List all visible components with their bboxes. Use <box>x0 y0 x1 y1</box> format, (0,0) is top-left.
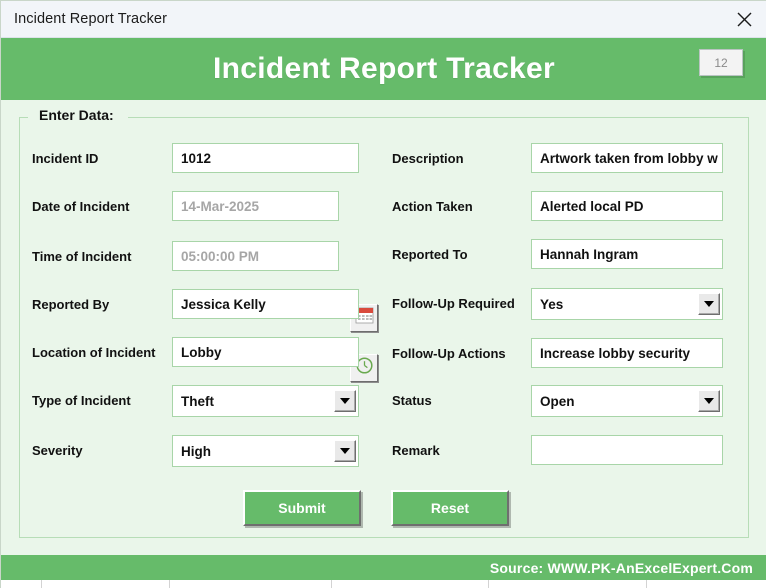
combobox-follow-up-required[interactable]: Yes <box>531 288 723 320</box>
combobox-type-of-incident[interactable]: Theft <box>172 385 359 417</box>
close-icon <box>736 11 753 28</box>
combobox-status-value: Open <box>540 393 575 409</box>
combobox-follow-up-required-value: Yes <box>540 296 564 312</box>
chevron-down-icon[interactable] <box>698 293 720 315</box>
label-time-of-incident: Time of Incident <box>32 248 132 264</box>
chevron-down-icon[interactable] <box>334 440 356 462</box>
combobox-status[interactable]: Open <box>531 385 723 417</box>
label-follow-up-actions: Follow-Up Actions <box>392 345 506 361</box>
label-location-of-incident: Location of Incident <box>32 344 156 360</box>
field-row: Reported To <box>392 239 468 269</box>
input-reported-to[interactable]: Hannah Ingram <box>531 239 723 269</box>
input-reported-by[interactable]: Jessica Kelly <box>172 289 359 319</box>
chevron-down-icon[interactable] <box>334 390 356 412</box>
label-follow-up-required: Follow-Up Required <box>392 295 515 311</box>
enter-data-groupbox: Enter Data: Incident ID 1012 Date of Inc… <box>19 107 749 538</box>
field-row: Reported By <box>32 289 109 319</box>
combobox-severity[interactable]: High <box>172 435 359 467</box>
field-row: Time of Incident <box>32 241 131 271</box>
label-reported-by: Reported By <box>32 296 110 312</box>
field-row: Follow-Up Actions <box>392 338 506 368</box>
label-remark: Remark <box>392 442 440 458</box>
input-description[interactable]: Artwork taken from lobby w <box>531 143 723 173</box>
grid-line <box>488 580 489 588</box>
field-row: Status <box>392 385 432 415</box>
label-reported-to: Reported To <box>392 246 468 262</box>
record-counter-input[interactable]: 12 <box>699 49 743 76</box>
field-row: Description <box>392 143 464 173</box>
incident-report-tracker-window: Incident Report Tracker Incident Report … <box>0 0 766 588</box>
input-incident-id[interactable]: 1012 <box>172 143 359 173</box>
window-title: Incident Report Tracker <box>14 11 168 27</box>
label-type-of-incident: Type of Incident <box>32 392 131 408</box>
footer-bar: Source: WWW.PK-AnExcelExpert.Com <box>1 555 766 580</box>
field-row: Date of Incident <box>32 191 130 221</box>
label-status: Status <box>392 392 432 408</box>
worksheet-background-sliver <box>1 580 766 588</box>
label-incident-id: Incident ID <box>32 150 99 166</box>
grid-line <box>646 580 647 588</box>
form-body: Enter Data: Incident ID 1012 Date of Inc… <box>1 100 766 555</box>
field-row: Follow-Up Required <box>392 288 515 318</box>
field-row: Remark <box>392 435 440 465</box>
combobox-severity-value: High <box>181 443 211 459</box>
source-attribution: Source: WWW.PK-AnExcelExpert.Com <box>489 559 753 576</box>
field-row: Action Taken <box>392 191 473 221</box>
input-follow-up-actions[interactable]: Increase lobby security <box>531 338 723 368</box>
label-date-of-incident: Date of Incident <box>32 198 130 214</box>
input-location-of-incident[interactable]: Lobby <box>172 337 359 367</box>
label-description: Description <box>392 150 464 166</box>
grid-line <box>169 580 170 588</box>
grid-line <box>331 580 332 588</box>
close-button[interactable] <box>721 1 766 37</box>
reset-button[interactable]: Reset <box>391 490 509 526</box>
field-row: Severity <box>32 435 83 465</box>
input-remark[interactable] <box>531 435 723 465</box>
field-row: Location of Incident <box>32 337 156 367</box>
header-banner: Incident Report Tracker <box>1 38 766 100</box>
window-titlebar: Incident Report Tracker <box>1 1 766 38</box>
chevron-down-icon[interactable] <box>698 390 720 412</box>
grid-line <box>41 580 42 588</box>
field-row: Incident ID <box>32 143 98 173</box>
groupbox-label: Enter Data: <box>34 107 119 123</box>
combobox-type-of-incident-value: Theft <box>181 393 214 409</box>
field-row: Type of Incident <box>32 385 131 415</box>
page-title: Incident Report Tracker <box>213 52 555 85</box>
label-action-taken: Action Taken <box>392 198 473 214</box>
input-date-of-incident[interactable]: 14-Mar-2025 <box>172 191 339 221</box>
input-action-taken[interactable]: Alerted local PD <box>531 191 723 221</box>
input-time-of-incident[interactable]: 05:00:00 PM <box>172 241 339 271</box>
submit-button[interactable]: Submit <box>243 490 361 526</box>
label-severity: Severity <box>32 442 83 458</box>
